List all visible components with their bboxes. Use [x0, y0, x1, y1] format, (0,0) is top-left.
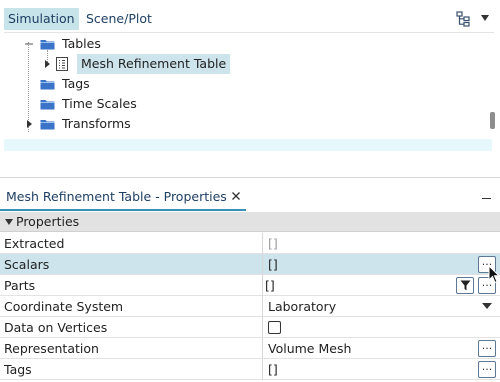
property-row-data-on-vertices[interactable]: Data on Vertices — [0, 317, 500, 338]
parts-filter-button[interactable] — [456, 277, 474, 294]
property-value: Volume Mesh — [268, 341, 352, 356]
properties-section-header[interactable]: Properties — [0, 212, 500, 232]
column-divider — [262, 233, 263, 254]
property-row-parts[interactable]: Parts [] ... — [0, 275, 500, 296]
property-name: Extracted — [4, 236, 65, 251]
tree-item-tags[interactable]: Tags — [0, 74, 480, 94]
property-row-tags[interactable]: Tags [] ... — [0, 359, 500, 380]
tree-item-label: Mesh Refinement Table — [81, 56, 227, 71]
tree-item-label: Tables — [62, 36, 101, 51]
property-row-extracted[interactable]: Extracted [] — [0, 233, 500, 254]
property-row-coordinate-system[interactable]: Coordinate System Laboratory — [0, 296, 500, 317]
section-label: Properties — [16, 214, 80, 229]
property-name: Tags — [4, 362, 32, 377]
column-divider — [262, 317, 263, 338]
column-divider — [262, 254, 263, 275]
property-row-scalars[interactable]: Scalars [] ... — [0, 254, 500, 275]
tree-item-time-scales[interactable]: Time Scales — [0, 94, 480, 114]
tags-edit-button[interactable]: ... — [478, 361, 496, 378]
column-divider — [262, 359, 263, 380]
data-on-vertices-checkbox[interactable] — [268, 321, 281, 334]
collapse-caret-icon[interactable] — [5, 219, 13, 225]
property-name: Representation — [4, 341, 99, 356]
property-name: Coordinate System — [4, 299, 124, 314]
close-icon[interactable] — [231, 191, 241, 201]
property-value: [] — [268, 236, 278, 251]
column-divider — [262, 275, 263, 296]
active-tab-indicator — [0, 209, 246, 211]
mouse-cursor-icon — [488, 265, 500, 284]
folder-icon — [40, 80, 55, 90]
expand-icon[interactable] — [24, 119, 34, 129]
tree-tab-divider — [4, 32, 494, 33]
tab-simulation[interactable]: Simulation — [4, 8, 79, 30]
hierarchy-icon[interactable] — [456, 11, 470, 27]
property-value: [] — [268, 257, 278, 272]
collapse-icon[interactable] — [24, 39, 34, 49]
chevron-down-icon[interactable] — [482, 303, 492, 309]
coordinate-system-select[interactable]: Laboratory — [268, 299, 336, 314]
minimize-icon[interactable] — [482, 198, 491, 199]
tree-item-transforms[interactable]: Transforms — [0, 114, 480, 134]
object-tree-panel: Simulation Scene/Plot Tables Mesh Refine… — [0, 0, 500, 178]
tree-horizontal-scrollbar[interactable] — [4, 139, 492, 151]
property-value: [] — [268, 362, 278, 377]
filter-icon — [460, 280, 471, 291]
property-value: [] — [265, 278, 275, 293]
tree-item-label: Tags — [62, 76, 90, 91]
tree-item-tables[interactable]: Tables — [0, 34, 480, 54]
tree-item-label: Transforms — [62, 116, 131, 131]
tree-tab-bar: Simulation Scene/Plot — [0, 6, 500, 30]
tab-scene-plot[interactable]: Scene/Plot — [82, 8, 156, 30]
table-icon — [56, 57, 68, 71]
expand-icon[interactable] — [42, 59, 52, 69]
property-row-representation[interactable]: Representation Volume Mesh ... — [0, 338, 500, 359]
tree-item-mesh-refinement-table[interactable]: Mesh Refinement Table — [0, 54, 480, 74]
folder-icon — [40, 100, 55, 110]
properties-tab-title[interactable]: Mesh Refinement Table - Properties — [6, 189, 227, 204]
representation-edit-button[interactable]: ... — [478, 340, 496, 357]
properties-header: Mesh Refinement Table - Properties — [0, 186, 500, 211]
property-name: Parts — [4, 278, 36, 293]
property-name: Scalars — [4, 257, 50, 272]
folder-icon — [40, 40, 55, 50]
property-name: Data on Vertices — [4, 320, 108, 335]
column-divider — [262, 296, 263, 317]
tree-item-label: Time Scales — [62, 96, 137, 111]
column-divider — [262, 338, 263, 359]
tree-scrollbar-thumb[interactable] — [490, 112, 495, 129]
folder-icon — [40, 120, 55, 130]
chevron-down-icon[interactable] — [479, 12, 491, 24]
